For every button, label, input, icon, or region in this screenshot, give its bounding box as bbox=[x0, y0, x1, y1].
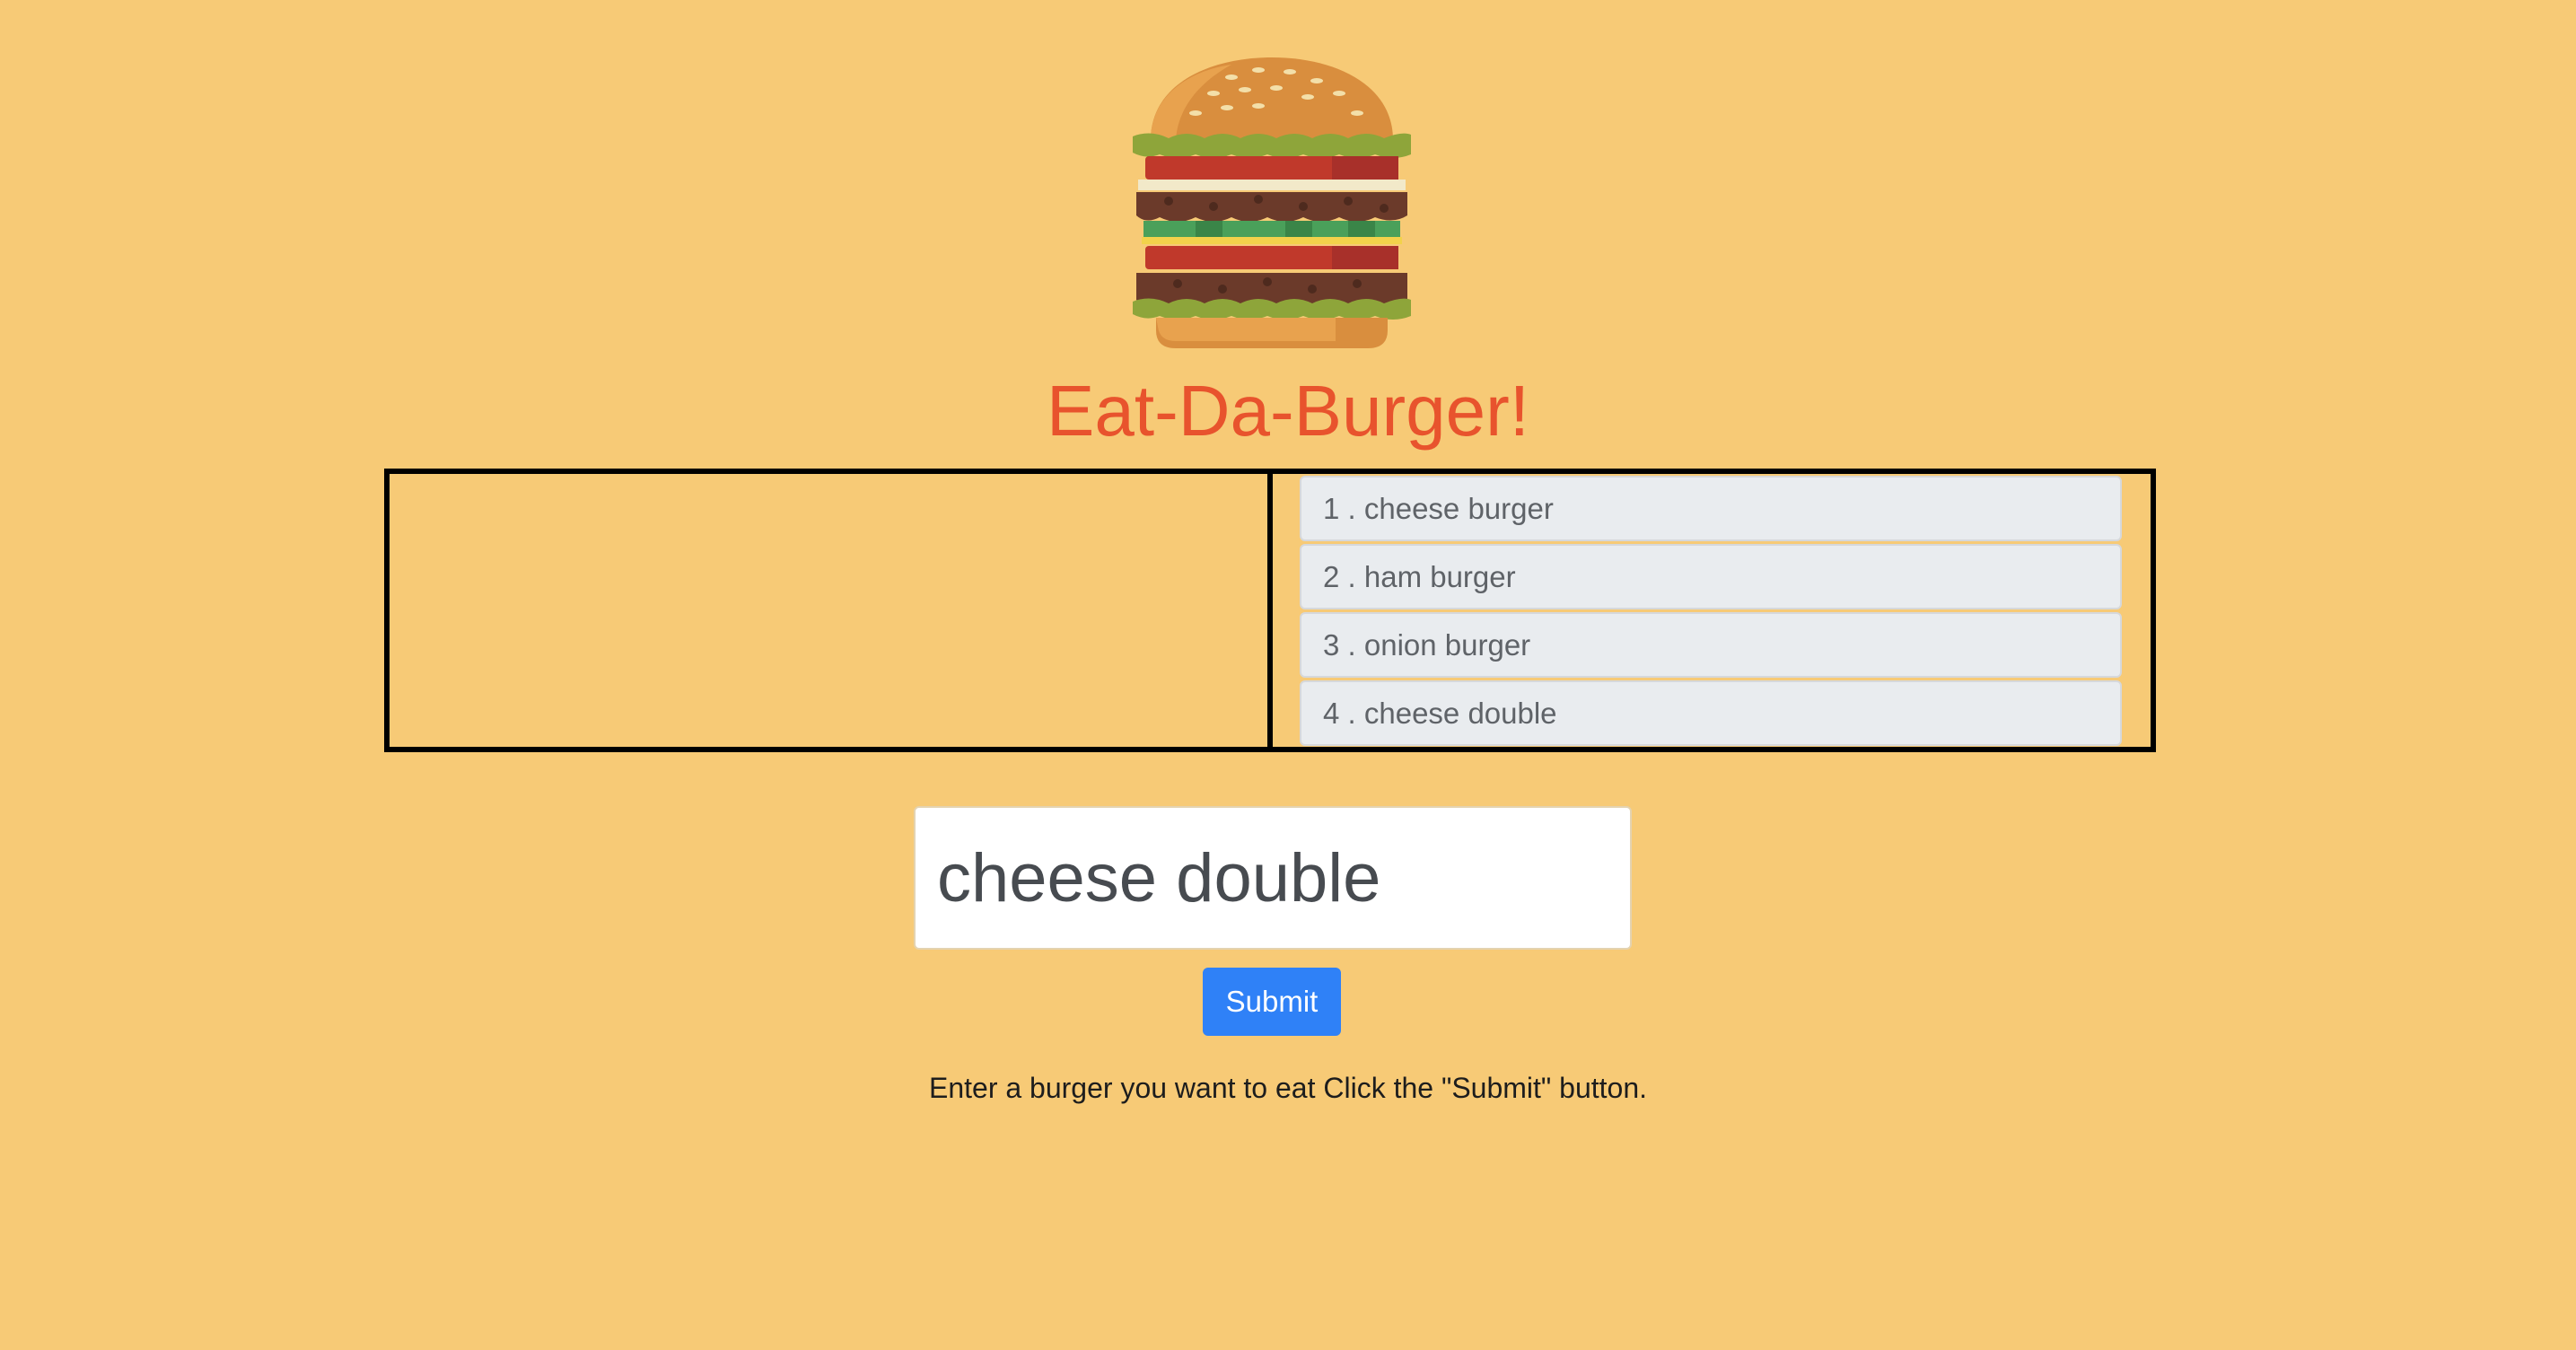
list-item[interactable]: 2 . ham burger bbox=[1300, 544, 2122, 609]
list-item[interactable]: 1 . cheese burger bbox=[1300, 476, 2122, 541]
list-item[interactable]: 3 . onion burger bbox=[1300, 612, 2122, 678]
submit-button[interactable]: Submit bbox=[1203, 968, 1341, 1036]
page: Eat-Da-Burger! 1 . cheese burger 2 . ham… bbox=[0, 0, 2576, 1350]
uneaten-burgers-panel: 1 . cheese burger 2 . ham burger 3 . oni… bbox=[1267, 469, 2156, 752]
burger-name-input[interactable] bbox=[914, 806, 1632, 950]
burger-icon bbox=[1133, 57, 1411, 348]
eaten-burgers-panel bbox=[384, 469, 1273, 752]
page-title: Eat-Da-Burger! bbox=[1047, 371, 1529, 451]
burger-panels: 1 . cheese burger 2 . ham burger 3 . oni… bbox=[384, 469, 2161, 752]
list-item[interactable]: 4 . cheese double bbox=[1300, 680, 2122, 746]
instructions-text: Enter a burger you want to eat Click the… bbox=[928, 1072, 1648, 1104]
